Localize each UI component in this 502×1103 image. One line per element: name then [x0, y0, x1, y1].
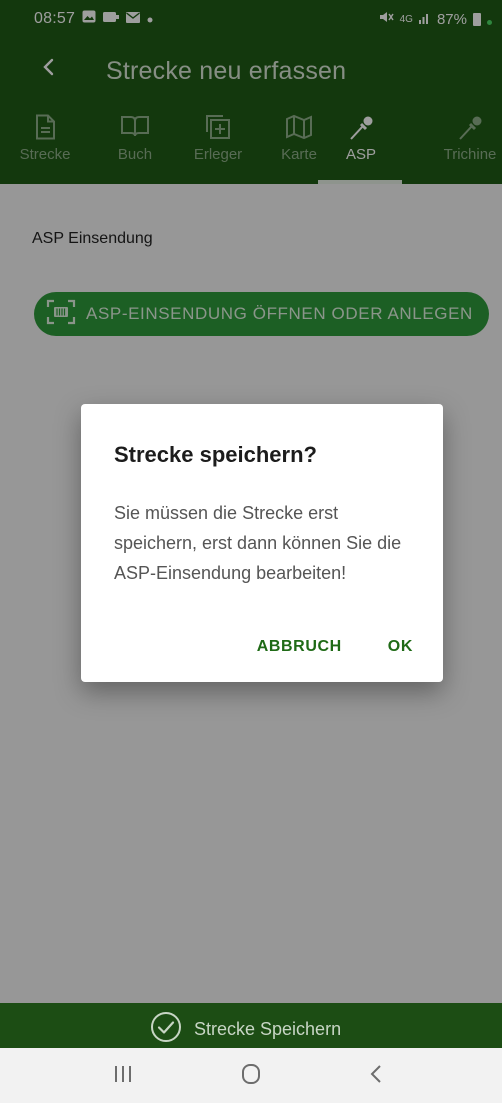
back-icon — [370, 1065, 381, 1083]
home-button[interactable] — [240, 1062, 262, 1091]
save-dialog: Strecke speichern? Sie müssen die Streck… — [81, 404, 443, 682]
app: 08:57 4G 87% Strecke neu erfassen Streck… — [0, 0, 502, 1103]
cancel-button[interactable]: ABBRUCH — [257, 638, 342, 656]
home-icon — [242, 1064, 260, 1084]
dialog-title: Strecke speichern? — [114, 442, 317, 467]
check-circle-icon — [150, 1011, 182, 1048]
save-button[interactable]: Strecke Speichern — [150, 1011, 341, 1048]
save-bar[interactable]: Strecke Speichern — [0, 1003, 502, 1048]
dialog-actions: ABBRUCH OK — [257, 638, 413, 656]
save-label: Strecke Speichern — [194, 1019, 342, 1039]
system-nav-bar — [0, 1048, 502, 1103]
back-nav-button[interactable] — [366, 1062, 388, 1091]
ok-button[interactable]: OK — [388, 638, 413, 656]
dialog-message: Sie müssen die Strecke erst speichern, e… — [114, 503, 402, 583]
recent-apps-button[interactable] — [112, 1062, 134, 1091]
recents-icon — [115, 1066, 131, 1082]
